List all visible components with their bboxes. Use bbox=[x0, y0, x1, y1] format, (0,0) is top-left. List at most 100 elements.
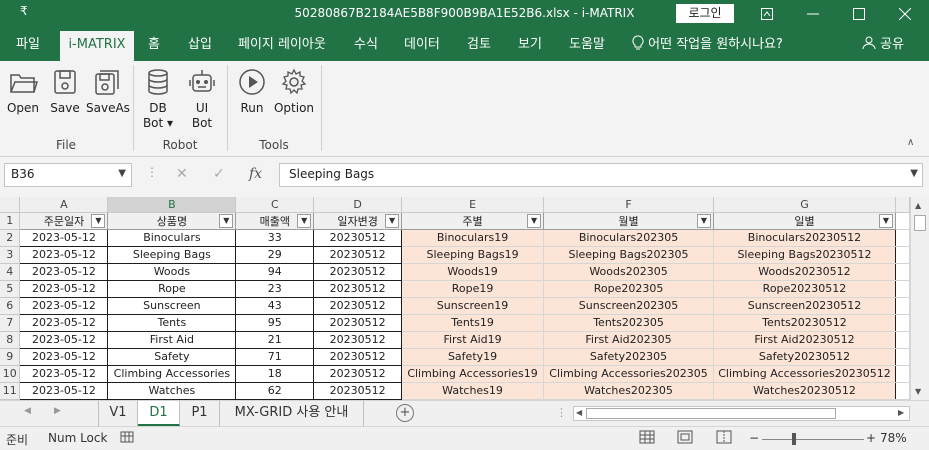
cell[interactable]: Climbing Accessories20230512 bbox=[713, 365, 896, 383]
cell[interactable]: Binoculars19 bbox=[401, 229, 545, 247]
row-header[interactable]: 9 bbox=[0, 348, 21, 366]
cell[interactable]: Woods bbox=[107, 263, 237, 281]
ribbon-display-icon[interactable] bbox=[744, 0, 790, 28]
row-header[interactable]: 2 bbox=[0, 229, 21, 247]
cell[interactable]: 20230512 bbox=[313, 382, 403, 400]
ui-bot-button[interactable]: UI Bot bbox=[182, 67, 222, 131]
page-break-view-icon[interactable] bbox=[716, 430, 732, 447]
column-header-g[interactable]: G bbox=[713, 197, 896, 213]
empty-cell[interactable] bbox=[895, 382, 910, 400]
login-button[interactable]: 로그인 bbox=[676, 4, 734, 23]
row-header[interactable]: 3 bbox=[0, 246, 21, 264]
cancel-formula-icon[interactable]: ✕ bbox=[176, 166, 188, 182]
cell[interactable]: Watches202305 bbox=[543, 382, 714, 400]
cell[interactable]: Safety bbox=[107, 348, 237, 366]
cell[interactable]: 2023-05-12 bbox=[19, 382, 109, 400]
filter-dropdown-icon[interactable]: ▼ bbox=[878, 213, 893, 228]
header-cell[interactable]: 주별 ▼ bbox=[401, 212, 545, 230]
tab-i-matrix[interactable]: i-MATRIX bbox=[60, 31, 134, 61]
tab-page-layout[interactable]: 페이지 레이아웃 bbox=[238, 28, 326, 61]
cell[interactable]: Rope202305 bbox=[543, 280, 714, 298]
cell[interactable]: 2023-05-12 bbox=[19, 229, 109, 247]
sheet-tab-p1[interactable]: P1 bbox=[180, 401, 220, 426]
save-button[interactable]: Save bbox=[46, 67, 84, 116]
scroll-up-icon[interactable]: ▲ bbox=[915, 201, 921, 210]
scroll-right-icon[interactable]: ▶ bbox=[898, 408, 904, 417]
cell[interactable]: Climbing Accessories19 bbox=[401, 365, 545, 383]
cell[interactable]: 2023-05-12 bbox=[19, 365, 109, 383]
cell[interactable]: 20230512 bbox=[313, 246, 403, 264]
empty-cell[interactable] bbox=[895, 331, 910, 349]
chevron-down-icon[interactable]: ▼ bbox=[118, 168, 126, 179]
maximize-icon[interactable] bbox=[836, 0, 882, 28]
cell[interactable]: 20230512 bbox=[313, 331, 403, 349]
tab-home[interactable]: 홈 bbox=[148, 28, 160, 61]
cell[interactable]: Safety19 bbox=[401, 348, 545, 366]
tab-insert[interactable]: 삽입 bbox=[188, 28, 212, 61]
scroll-thumb[interactable] bbox=[586, 408, 836, 419]
empty-cell[interactable] bbox=[895, 212, 910, 230]
cell[interactable]: Climbing Accessories202305 bbox=[543, 365, 714, 383]
cell[interactable]: 20230512 bbox=[313, 365, 403, 383]
tab-file[interactable]: 파일 bbox=[16, 28, 40, 61]
cell[interactable]: 71 bbox=[235, 348, 315, 366]
cell[interactable]: Tents202305 bbox=[543, 314, 714, 332]
cell[interactable]: Sunscreen19 bbox=[401, 297, 545, 315]
column-header-h[interactable] bbox=[895, 197, 910, 213]
column-header-b[interactable]: B bbox=[107, 197, 237, 213]
empty-cell[interactable] bbox=[895, 365, 910, 383]
cell[interactable]: 2023-05-12 bbox=[19, 331, 109, 349]
column-header-f[interactable]: F bbox=[543, 197, 714, 213]
cell[interactable]: 95 bbox=[235, 314, 315, 332]
filter-dropdown-icon[interactable]: ▼ bbox=[697, 213, 711, 228]
cell[interactable]: Rope20230512 bbox=[713, 280, 896, 298]
save-as-button[interactable]: SaveAs bbox=[86, 67, 130, 116]
cell[interactable]: Woods202305 bbox=[543, 263, 714, 281]
column-header-a[interactable]: A bbox=[19, 197, 109, 213]
insert-function-icon[interactable]: fx bbox=[249, 166, 262, 182]
next-sheet-icon[interactable]: ▶ bbox=[54, 406, 61, 416]
formula-input[interactable]: Sleeping Bags ▼ bbox=[279, 163, 923, 187]
vertical-scrollbar[interactable]: ▲ ▼ bbox=[910, 197, 929, 400]
cell[interactable]: First Aid20230512 bbox=[713, 331, 896, 349]
empty-cell[interactable] bbox=[895, 348, 910, 366]
cell[interactable]: Woods20230512 bbox=[713, 263, 896, 281]
header-cell[interactable]: 일자변경 ▼ bbox=[313, 212, 403, 230]
cell[interactable]: 2023-05-12 bbox=[19, 297, 109, 315]
open-button[interactable]: Open bbox=[4, 67, 42, 116]
cell[interactable]: Tents19 bbox=[401, 314, 545, 332]
header-cell[interactable]: 상품명 ▼ bbox=[107, 212, 237, 230]
db-bot-button[interactable]: DB Bot ▾ bbox=[138, 67, 178, 131]
empty-cell[interactable] bbox=[895, 297, 910, 315]
cell[interactable]: Tents20230512 bbox=[713, 314, 896, 332]
cell[interactable]: 2023-05-12 bbox=[19, 280, 109, 298]
prev-sheet-icon[interactable]: ◀ bbox=[24, 406, 31, 416]
cell[interactable]: 20230512 bbox=[313, 280, 403, 298]
tell-me-search[interactable]: 어떤 작업을 원하시나요? bbox=[632, 28, 783, 61]
cell[interactable]: Watches bbox=[107, 382, 237, 400]
cell[interactable]: 2023-05-12 bbox=[19, 348, 109, 366]
horizontal-scrollbar[interactable]: ◀ ▶ bbox=[573, 406, 910, 421]
cell[interactable]: Safety20230512 bbox=[713, 348, 896, 366]
cell[interactable]: 20230512 bbox=[313, 348, 403, 366]
normal-view-icon[interactable] bbox=[639, 430, 655, 447]
share-button[interactable]: 공유 bbox=[862, 28, 904, 61]
header-cell[interactable]: 주문일자 ▼ bbox=[19, 212, 109, 230]
cell[interactable]: Sunscreen202305 bbox=[543, 297, 714, 315]
close-icon[interactable] bbox=[882, 0, 928, 28]
cell[interactable]: Climbing Accessories bbox=[107, 365, 237, 383]
header-cell[interactable]: 월별 ▼ bbox=[543, 212, 714, 230]
row-header[interactable]: 4 bbox=[0, 263, 21, 281]
select-all-corner[interactable] bbox=[0, 197, 21, 213]
formula-bar-splitter[interactable]: ⋮ bbox=[146, 165, 158, 179]
tab-view[interactable]: 보기 bbox=[518, 28, 542, 61]
cell[interactable]: 43 bbox=[235, 297, 315, 315]
cell[interactable]: First Aid202305 bbox=[543, 331, 714, 349]
macro-record-icon[interactable] bbox=[120, 430, 134, 447]
page-layout-view-icon[interactable] bbox=[677, 430, 693, 447]
cell[interactable]: 18 bbox=[235, 365, 315, 383]
cell[interactable]: Sleeping Bags20230512 bbox=[713, 246, 896, 264]
tab-splitter[interactable]: ⋮ bbox=[556, 406, 567, 419]
cell[interactable]: Woods19 bbox=[401, 263, 545, 281]
cell[interactable]: Binoculars bbox=[107, 229, 237, 247]
